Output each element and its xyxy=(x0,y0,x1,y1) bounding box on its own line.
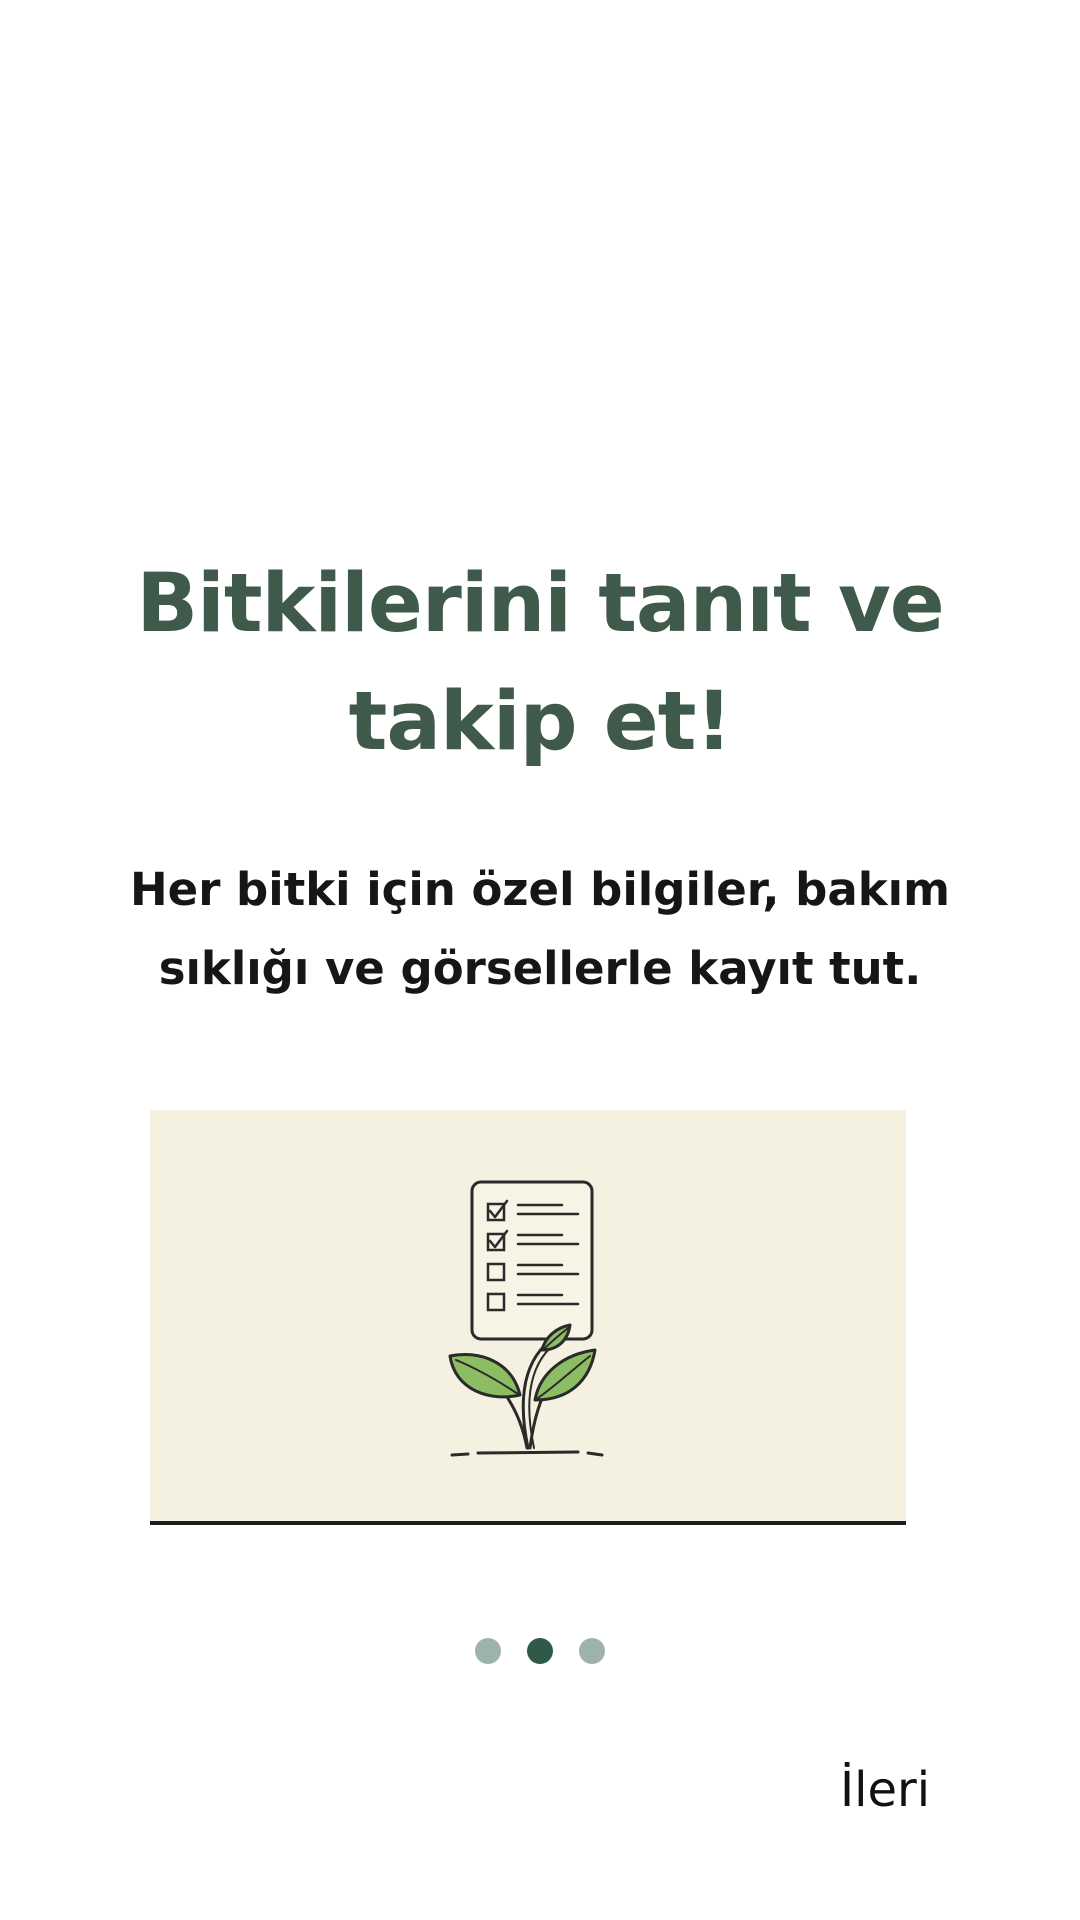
checklist-sprout-icon xyxy=(448,1180,604,1457)
page-dot-2-active[interactable] xyxy=(527,1638,553,1664)
onboarding-screen: Bitkilerini tanıt ve takip et! Her bitki… xyxy=(0,0,1080,1920)
next-button[interactable]: İleri xyxy=(840,1755,990,1825)
illustration-card xyxy=(150,1110,906,1525)
page-dot-1[interactable] xyxy=(475,1638,501,1664)
page-indicator xyxy=(0,1638,1080,1664)
page-subtitle: Her bitki için özel bilgiler, bakım sıkl… xyxy=(130,863,950,995)
page-dot-3[interactable] xyxy=(579,1638,605,1664)
page-title: Bitkilerini tanıt ve takip et! xyxy=(136,557,944,769)
